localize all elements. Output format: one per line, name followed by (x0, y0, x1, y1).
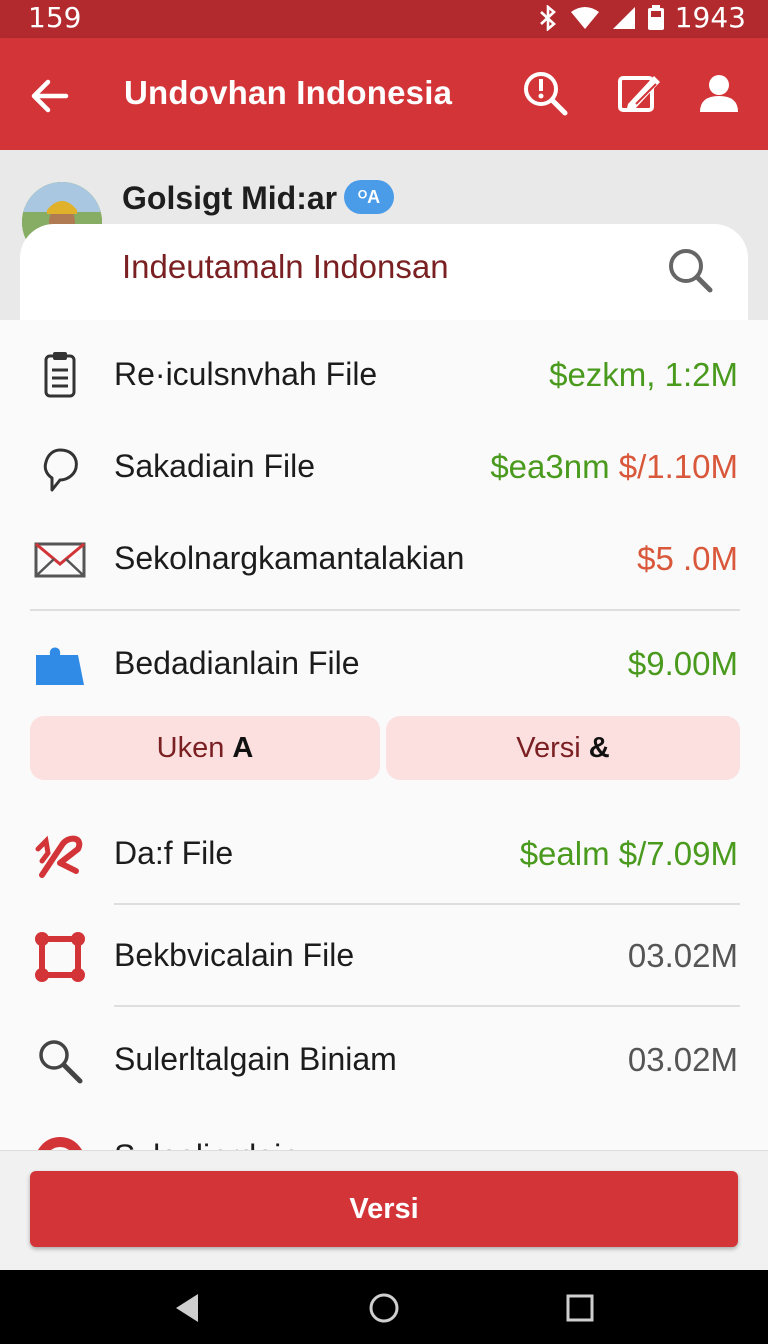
nav-home-icon[interactable] (364, 1288, 404, 1328)
edit-note-icon[interactable] (614, 68, 664, 118)
scribble-icon (32, 827, 88, 883)
list-item[interactable]: Sulealinrdain (0, 1110, 768, 1150)
nav-recents-icon[interactable] (560, 1288, 600, 1328)
nav-back-icon[interactable] (168, 1288, 208, 1328)
divider (30, 609, 740, 611)
puzzle-icon (32, 637, 88, 693)
profile-header: Golsigt Mid:ar ᴼA Indeutamaln Indonsan (0, 150, 768, 320)
file-value: 03.02M (627, 1041, 738, 1078)
list-item[interactable]: Bedadianlain File $9.00M (0, 617, 768, 707)
app-bar: Undovhan Indonesia (0, 38, 768, 150)
file-value: 03.02M (627, 937, 738, 974)
file-label: Re·iculsnvhah File (114, 356, 378, 392)
file-value-orange: $/1.10M (618, 448, 738, 485)
clipboard-icon (32, 348, 88, 404)
file-value: $ealm $/7.09M (519, 835, 738, 872)
list-item[interactable]: Sekolnargkamantalakian $5 .0M (0, 512, 768, 602)
battery-icon (647, 4, 665, 31)
divider (114, 903, 740, 905)
file-value: $ea3nm $/1.10M (490, 448, 738, 486)
file-value: $9.00M (627, 645, 738, 682)
search-alert-icon[interactable] (520, 68, 570, 118)
file-label: Sulealinrdain (114, 1138, 299, 1150)
circle-icon (32, 1130, 88, 1150)
system-nav-bar (0, 1270, 768, 1344)
file-label: Sekolnargkamantalakian (114, 540, 465, 576)
list-item[interactable]: Re·iculsnvhah File $ezkm, 1:2M (0, 328, 768, 418)
file-label: Bekbvicalain File (114, 937, 355, 973)
bottom-action-bar: Versi (0, 1150, 768, 1271)
list-item[interactable]: Bekbvicalain File 03.02M (0, 909, 768, 999)
file-value: $ezkm, 1:2M (549, 356, 738, 393)
chat-bubble-icon (32, 440, 88, 496)
search-text: Indeutamaln Indonsan (122, 248, 449, 285)
chip-label: Uken (156, 732, 225, 764)
versi-chip[interactable]: Versi & (386, 716, 740, 780)
app-title: Undovhan Indonesia (124, 74, 453, 111)
profile-badge: ᴼA (344, 180, 394, 214)
file-value-green: $ea3nm (490, 448, 610, 485)
search-icon[interactable] (666, 246, 714, 294)
file-label: Sulerltalgain Biniam (114, 1041, 397, 1077)
list-item[interactable]: Sakadiain File $ea3nm $/1.10M (0, 420, 768, 510)
status-bar: 159 1943 (0, 0, 768, 38)
file-label: Da:f File (114, 835, 234, 871)
back-arrow-icon[interactable] (30, 76, 70, 116)
search-icon (32, 1033, 88, 1089)
divider (114, 1005, 740, 1007)
file-value: $5 .0M (637, 540, 738, 577)
wifi-icon (569, 6, 601, 30)
profile-icon[interactable] (694, 68, 744, 118)
file-label: Sakadiain File (114, 448, 315, 484)
chip-row: Uken A Versi & (30, 716, 740, 780)
list-item[interactable]: Da:f File $ealm $/7.09M (0, 807, 768, 897)
versi-button[interactable]: Versi (30, 1171, 738, 1247)
file-list: Re·iculsnvhah File $ezkm, 1:2M Sakadiain… (0, 320, 768, 1150)
file-label: Bedadianlain File (114, 645, 360, 681)
chip-strong: & (588, 732, 610, 764)
status-clock: 1943 (674, 1, 746, 34)
uken-chip[interactable]: Uken A (30, 716, 380, 780)
nodes-icon (32, 929, 88, 985)
list-item[interactable]: Sulerltalgain Biniam 03.02M (0, 1013, 768, 1103)
search-card[interactable]: Indeutamaln Indonsan (20, 224, 748, 320)
chip-label: Versi (516, 732, 581, 764)
status-time: 159 (28, 1, 82, 34)
profile-name: Golsigt Mid:ar (122, 180, 338, 216)
signal-icon (611, 6, 637, 30)
envelope-icon (32, 532, 88, 588)
chip-strong: A (232, 732, 254, 764)
bluetooth-icon (537, 4, 559, 31)
